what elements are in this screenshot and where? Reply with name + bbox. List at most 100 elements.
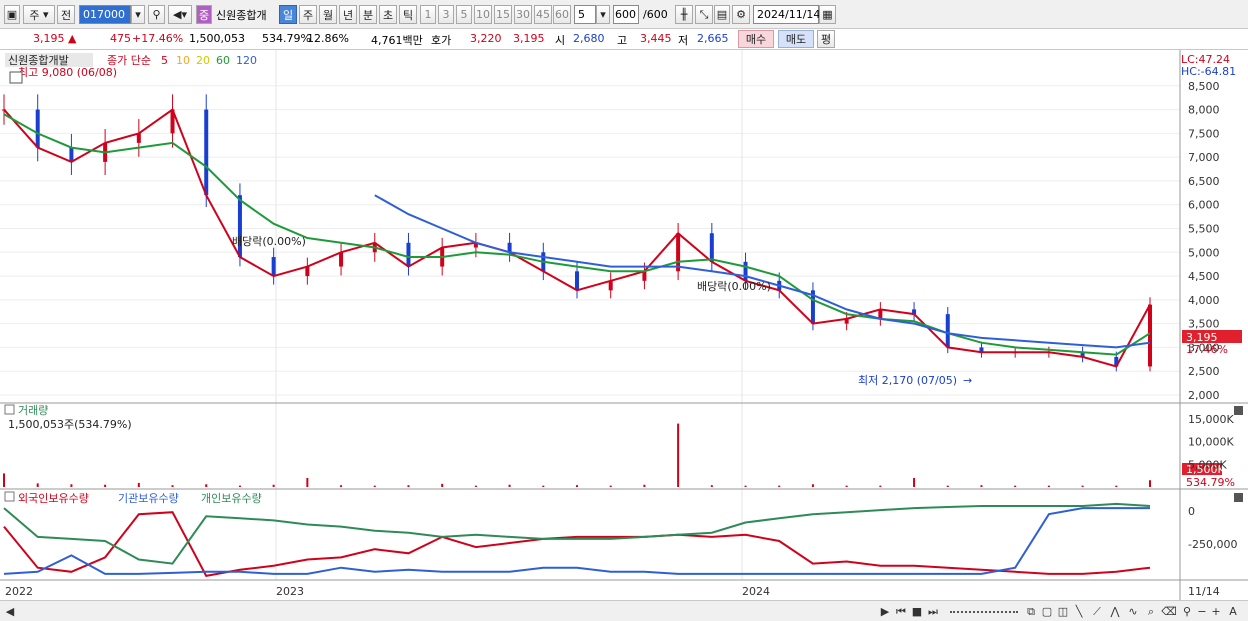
candle-icon[interactable]: ╫	[675, 5, 693, 24]
stop-icon[interactable]: ■	[910, 604, 924, 619]
period-select[interactable]: 주 ▾	[23, 5, 55, 24]
calculator-icon[interactable]	[9, 71, 23, 84]
price-ytick: 4,000	[1188, 294, 1220, 307]
count-input[interactable]: 600	[613, 5, 639, 24]
min-arrow-icon: →	[963, 374, 972, 387]
holding-ytick-1: -250,000	[1188, 538, 1237, 551]
candle-body	[406, 242, 411, 267]
sell-button-label: 매도	[785, 33, 807, 46]
interval-60[interactable]: 60	[553, 5, 571, 24]
date-input[interactable]: 2024/11/14	[753, 5, 820, 24]
font-size-icon[interactable]: A	[1226, 604, 1240, 619]
tool-copy-icon[interactable]: ⧉	[1024, 604, 1038, 619]
tab-period-tick-label: 틱	[402, 8, 414, 22]
tab-period-month-label: 월	[322, 8, 334, 22]
volume-bar	[879, 485, 882, 487]
holding-close-icon[interactable]	[1234, 493, 1243, 502]
tab-period-minute[interactable]: 분	[359, 5, 377, 24]
open-label: 시	[555, 34, 566, 47]
zoom-slider[interactable]	[948, 604, 1020, 619]
open-value: 2,680	[573, 32, 605, 45]
tab-period-month[interactable]: 월	[319, 5, 337, 24]
rewind-icon[interactable]: ⏮	[894, 604, 908, 619]
prev-button[interactable]: 전	[57, 5, 75, 24]
volume-bar	[441, 483, 444, 487]
price-ytick: 3,500	[1188, 318, 1220, 331]
tab-period-year[interactable]: 년	[339, 5, 357, 24]
tab-period-day[interactable]: 일	[279, 5, 297, 24]
bid-value: 3,195	[513, 32, 545, 45]
tool-window-icon[interactable]: ▢	[1040, 604, 1054, 619]
code-dropdown-button[interactable]: ▾	[131, 5, 145, 24]
volume-bar	[1149, 480, 1151, 487]
legend-retail: 개인보유수량	[201, 492, 262, 505]
interval-10[interactable]: 10	[474, 5, 492, 24]
ask-label: 호가	[431, 34, 452, 47]
zoom-in-icon[interactable]: +	[1210, 604, 1222, 619]
stock-badge: 중	[196, 5, 212, 24]
custom-interval-input[interactable]: 5	[574, 5, 596, 24]
candle-body	[743, 261, 748, 281]
volume-bar	[1047, 485, 1050, 487]
speaker-icon[interactable]: ◀▾	[168, 5, 192, 24]
interval-5[interactable]: 5	[456, 5, 472, 24]
stock-code-input[interactable]: 017000	[79, 5, 131, 24]
volume-bar	[474, 485, 477, 487]
toolbar: ▣ 주 ▾ 전 017000 ▾ ⚲ ◀▾ 중 신원종합개 일 주 월 년 분 …	[0, 0, 1248, 29]
tool-wave-icon[interactable]: ∿	[1126, 604, 1140, 619]
interval-5-label: 5	[460, 8, 468, 21]
tool-trend-icon[interactable]: ⟋	[1090, 604, 1104, 619]
interval-15[interactable]: 15	[494, 5, 512, 24]
volume-bar	[576, 485, 578, 487]
sell-button[interactable]: 매도	[778, 30, 814, 48]
eval-button[interactable]: 평	[817, 30, 835, 48]
volume-panel-toggle[interactable]	[4, 404, 15, 415]
low-value: 2,665	[697, 32, 729, 45]
zoom-out-icon[interactable]: −	[1196, 604, 1208, 619]
gear-icon[interactable]: ⚙	[732, 5, 750, 24]
tab-period-tick[interactable]: 틱	[399, 5, 417, 24]
tab-period-second[interactable]: 초	[379, 5, 397, 24]
candle-body	[608, 280, 613, 291]
price-value: 3,195	[33, 32, 65, 45]
tab-period-week[interactable]: 주	[299, 5, 317, 24]
play-icon[interactable]: ▶	[878, 604, 892, 619]
volume-bar	[643, 484, 646, 487]
scroll-left-icon[interactable]: ◀	[3, 604, 17, 619]
interval-45[interactable]: 45	[534, 5, 552, 24]
volume-close-icon[interactable]	[1234, 406, 1243, 415]
tool-erase-icon[interactable]: ⌫	[1161, 604, 1177, 619]
volume-bar	[1014, 485, 1017, 487]
search-icon[interactable]: ⚲	[148, 5, 165, 24]
price-ytick: 7,500	[1188, 127, 1220, 140]
ma20-label: 20	[196, 54, 210, 67]
tool-text-icon[interactable]: ⌕	[1144, 604, 1158, 619]
custom-interval-dropdown[interactable]: ▾	[596, 5, 610, 24]
forward-icon[interactable]: ⏭	[926, 604, 940, 619]
volume-ratio-value: 534.79%	[262, 32, 311, 45]
volume-bar	[710, 485, 713, 487]
candle-body	[35, 109, 40, 148]
volume-ytick: 5,000K	[1188, 458, 1227, 471]
tool-fib-icon[interactable]: ⋀	[1108, 604, 1122, 619]
interval-3[interactable]: 3	[438, 5, 454, 24]
window-icon[interactable]: ▣	[4, 5, 20, 24]
tool-line-icon[interactable]: ╲	[1072, 604, 1086, 619]
save-icon[interactable]: ▤	[714, 5, 730, 24]
volume-bar	[36, 483, 39, 487]
zoom-icon[interactable]: ⚲	[1180, 604, 1194, 619]
crosshair-icon[interactable]: ⤡	[695, 5, 713, 24]
chart-background	[0, 50, 1248, 600]
price-ytick: 8,500	[1188, 80, 1220, 93]
buy-button[interactable]: 매수	[738, 30, 774, 48]
tool-split-icon[interactable]: ◫	[1056, 604, 1070, 619]
event-label-2: 배당락(0.00%)	[697, 280, 771, 293]
stock-name-text: 신원종합개	[216, 8, 267, 22]
interval-30[interactable]: 30	[514, 5, 532, 24]
chart-area[interactable]: 신원종합개발 종가 단순 5 10 20 60 120 최고 9,080 (06…	[0, 50, 1248, 600]
holding-panel-toggle[interactable]	[4, 491, 15, 502]
volume-title: 거래량	[18, 404, 48, 417]
interval-1[interactable]: 1	[420, 5, 436, 24]
calendar-icon[interactable]: ▦	[819, 5, 836, 24]
stock-chart[interactable]: 신원종합개발 종가 단순 5 10 20 60 120 최고 9,080 (06…	[0, 50, 1248, 600]
